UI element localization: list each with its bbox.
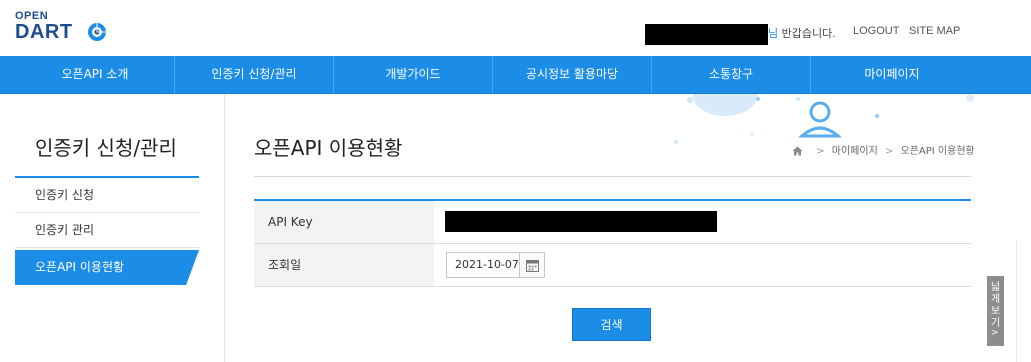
- breadcrumb: > 마이페이지 > 오픈API 이용현황: [792, 142, 975, 157]
- greeting-message: 반갑습니다.: [778, 27, 836, 40]
- logout-link[interactable]: LOGOUT: [853, 25, 899, 37]
- nav-item-mypage[interactable]: 마이페이지: [811, 56, 973, 94]
- wide-view-tab[interactable]: 넓게보기 >: [987, 276, 1004, 346]
- home-icon[interactable]: [792, 146, 803, 156]
- api-key-value-cell: [434, 201, 971, 243]
- content-divider: [224, 94, 225, 362]
- greeting-suffix: 님: [768, 27, 779, 40]
- breadcrumb-item-mypage[interactable]: 마이페이지: [832, 146, 878, 157]
- sidebar-item-api-usage[interactable]: 오픈API 이용현황: [15, 250, 199, 285]
- breadcrumb-separator: >: [816, 146, 825, 157]
- query-form-table: API Key 조회일 2021-10-07: [254, 199, 971, 287]
- breadcrumb-item-current: 오픈API 이용현황: [900, 146, 975, 157]
- title-divider: [254, 176, 971, 177]
- date-label: 조회일: [254, 244, 434, 286]
- calendar-icon: [526, 260, 539, 272]
- nav-item-communication[interactable]: 소통창구: [652, 56, 810, 94]
- sidebar-item-key-manage[interactable]: 인증키 관리: [15, 213, 199, 248]
- nav-item-openapi-intro[interactable]: 오픈API 소개: [16, 56, 174, 94]
- calendar-button[interactable]: [520, 252, 545, 278]
- wide-view-label: 넓게보기: [990, 282, 1001, 329]
- sidebar-title: 인증키 신청/관리: [35, 136, 177, 160]
- form-row-api-key: API Key: [254, 201, 971, 244]
- person-icon: [798, 101, 842, 138]
- logo-text-dart: DART: [15, 21, 73, 43]
- nav-item-key-management[interactable]: 인증키 신청/관리: [175, 56, 333, 94]
- main-nav: 오픈API 소개 인증키 신청/관리 개발가이드 공시정보 활용마당 소통창구 …: [0, 56, 1031, 94]
- sidebar-item-label: 인증키 신청: [35, 188, 95, 202]
- sidebar-item-label: 오픈API 이용현황: [35, 260, 125, 274]
- sitemap-link[interactable]: SITE MAP: [909, 25, 960, 37]
- decorative-bubbles: [674, 94, 974, 144]
- page-title: 오픈API 이용현황: [254, 136, 403, 160]
- date-value-cell: 2021-10-07: [434, 244, 971, 286]
- nav-item-dev-guide[interactable]: 개발가이드: [334, 56, 492, 94]
- dart-logo-icon: [88, 23, 106, 41]
- redacted-api-key: [445, 211, 717, 232]
- api-key-label: API Key: [254, 201, 434, 243]
- search-button[interactable]: 검색: [572, 308, 651, 341]
- right-edge-line: [1016, 240, 1017, 362]
- date-input[interactable]: 2021-10-07: [446, 252, 520, 278]
- header: OPEN DART 님 반갑습니다. LOGOUT SITE MAP: [0, 0, 1031, 56]
- wide-view-arrow: >: [991, 328, 999, 338]
- redacted-user-name: [645, 24, 768, 45]
- sidebar-item-label: 인증키 관리: [35, 223, 95, 237]
- open-dart-logo[interactable]: OPEN DART: [15, 10, 115, 46]
- form-row-date: 조회일 2021-10-07: [254, 244, 971, 287]
- breadcrumb-separator: >: [884, 146, 894, 157]
- greeting-text: 님 반갑습니다.: [768, 25, 836, 41]
- sidebar-item-key-apply[interactable]: 인증키 신청: [15, 178, 199, 213]
- nav-item-disclosure-info[interactable]: 공시정보 활용마당: [493, 56, 651, 94]
